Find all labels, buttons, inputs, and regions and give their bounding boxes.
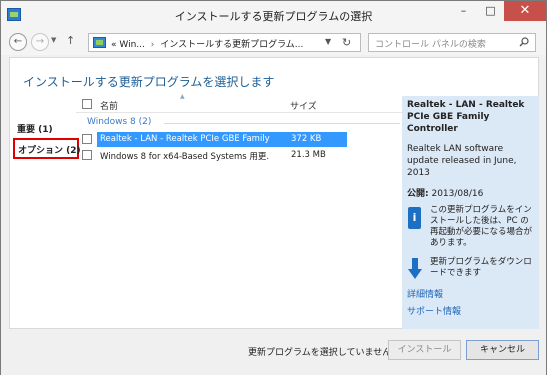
list-item[interactable]: Realtek - LAN - Realtek PCIe GBE Family … (82, 132, 400, 147)
back-button[interactable]: ← (9, 33, 27, 51)
published-label: 公開: (407, 189, 429, 199)
details-description: Realtek LAN software update released in … (407, 144, 517, 178)
breadcrumb-separator-icon[interactable]: › (148, 40, 158, 50)
published-date-line: 公開: 2013/08/16 (407, 186, 483, 199)
published-date: 2013/08/16 (431, 189, 484, 199)
restart-note: この更新プログラムをインストールした後は、PC の再起動が必要になる場合がありま… (430, 205, 533, 248)
search-input[interactable]: コントロール パネルの検索 (368, 33, 536, 52)
sort-ascending-icon: ▲ (180, 93, 185, 100)
select-all-checkbox[interactable] (82, 99, 92, 109)
cancel-button[interactable]: キャンセル (466, 340, 539, 360)
footer-bar: 更新プログラムを選択していません。 インストール キャンセル (1, 331, 546, 375)
maximize-button[interactable]: □ (477, 1, 504, 21)
breadcrumb-overflow[interactable]: « (111, 40, 117, 50)
column-header-size[interactable]: サイズ (290, 99, 317, 112)
details-pane: Realtek - LAN - Realtek PCIe GBE Family … (402, 96, 539, 329)
recent-locations-chevron-icon[interactable]: ▼ (51, 36, 56, 44)
category-optional[interactable]: オプション (2) (13, 138, 81, 159)
update-size: 21.3 MB (291, 150, 326, 160)
update-size: 372 KB (291, 134, 322, 144)
navigation-bar: ← → ▼ ↑ « Win... › インストールする更新プログラム... ▼ … (1, 29, 546, 55)
breadcrumb-item-current[interactable]: インストールする更新プログラム... (160, 40, 303, 50)
close-button[interactable]: ✕ (504, 1, 546, 21)
refresh-icon[interactable]: ↻ (342, 36, 351, 49)
address-dropdown-chevron-icon[interactable]: ▼ (325, 37, 331, 46)
update-checkbox[interactable] (82, 150, 92, 160)
address-field[interactable]: « Win... › インストールする更新プログラム... ▼ ↻ (88, 33, 361, 52)
details-title: Realtek - LAN - Realtek PCIe GBE Family … (407, 100, 525, 134)
download-note: 更新プログラムをダウンロードできます (430, 257, 532, 278)
update-list: ▲ 名前 サイズ Windows 8 (2) Realtek - LAN - R… (76, 93, 402, 328)
search-placeholder: コントロール パネルの検索 (375, 40, 486, 50)
list-item[interactable]: Windows 8 for x64-Based Systems 用更... 21… (82, 148, 400, 163)
update-checkbox[interactable] (82, 134, 92, 144)
forward-button[interactable]: → (31, 33, 49, 51)
breadcrumb: « Win... › インストールする更新プログラム... (111, 37, 303, 50)
search-icon[interactable] (519, 37, 529, 47)
list-column-header: ▲ 名前 サイズ (76, 93, 402, 113)
update-name: Windows 8 for x64-Based Systems 用更... (100, 152, 270, 162)
breadcrumb-item-parent[interactable]: Win... (119, 40, 145, 50)
info-icon: i (408, 207, 421, 229)
up-button[interactable]: ↑ (66, 34, 75, 47)
page-title: インストールする更新プログラムを選択します (23, 75, 275, 89)
column-header-name[interactable]: 名前 (100, 99, 118, 112)
title-bar: インストールする更新プログラムの選択 – □ ✕ (1, 1, 546, 29)
group-divider (164, 123, 400, 124)
control-panel-icon (93, 37, 106, 48)
main-content: インストールする更新プログラムを選択します 重要 (1) オプション (2) ▲… (9, 57, 539, 329)
category-important[interactable]: 重要 (1) (17, 122, 53, 135)
group-header[interactable]: Windows 8 (2) (87, 117, 151, 127)
support-info-link[interactable]: サポート情報 (407, 304, 461, 317)
selection-status: 更新プログラムを選択していません。 (248, 348, 401, 358)
install-button[interactable]: インストール (388, 340, 461, 360)
update-name: Realtek - LAN - Realtek PCIe GBE Family … (100, 134, 270, 144)
update-selection-window: インストールする更新プログラムの選択 – □ ✕ ← → ▼ ↑ « Win..… (0, 0, 547, 375)
category-list: 重要 (1) オプション (2) (10, 98, 81, 328)
minimize-button[interactable]: – (450, 1, 477, 21)
more-info-link[interactable]: 詳細情報 (407, 287, 443, 300)
download-arrow-icon (408, 258, 422, 279)
